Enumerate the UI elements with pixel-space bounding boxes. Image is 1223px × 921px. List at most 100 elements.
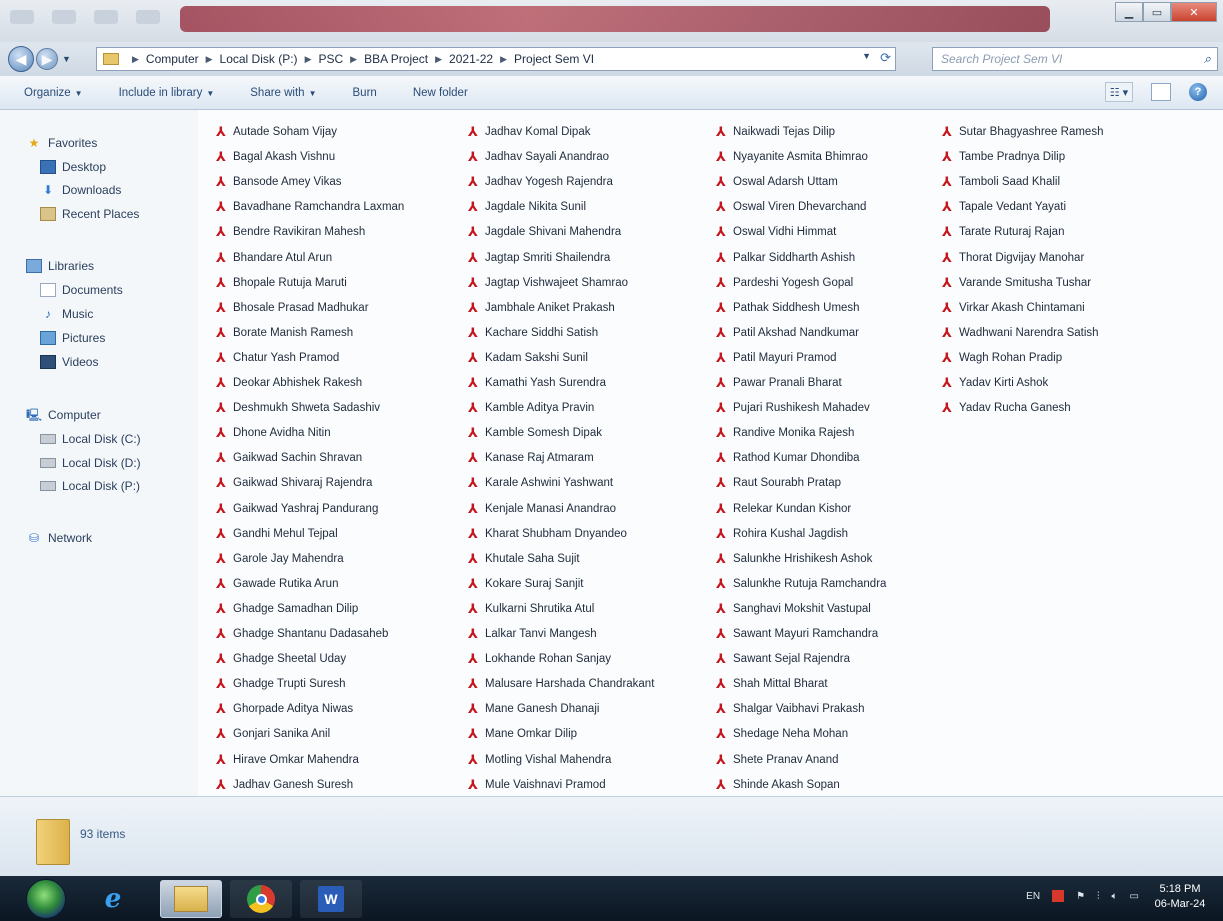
file-item[interactable]: ⅄ Kokare Suraj Sanjit — [468, 574, 583, 594]
file-item[interactable]: ⅄ Kadam Sakshi Sunil — [468, 348, 588, 368]
file-item[interactable]: ⅄ Salunkhe Hrishikesh Ashok — [716, 549, 872, 569]
file-item[interactable]: ⅄ Shete Pranav Anand — [716, 750, 839, 770]
file-item[interactable]: ⅄ Mane Omkar Dilip — [468, 724, 577, 744]
file-item[interactable]: ⅄ Garole Jay Mahendra — [216, 549, 344, 569]
file-item[interactable]: ⅄ Jagdale Nikita Sunil — [468, 197, 586, 217]
chevron-right-icon[interactable]: ▶ — [350, 54, 357, 65]
burn-button[interactable]: Burn — [353, 87, 377, 99]
file-item[interactable]: ⅄ Malusare Harshada Chandrakant — [468, 674, 654, 694]
network-tray-icon[interactable]: ⫶ — [1097, 891, 1100, 902]
file-item[interactable]: ⅄ Sawant Mayuri Ramchandra — [716, 624, 878, 644]
nav-local-disk-d[interactable]: Local Disk (D:) — [40, 454, 141, 472]
address-bar[interactable]: ▶ Computer ▶ Local Disk (P:) ▶ PSC ▶ BBA… — [96, 47, 896, 71]
file-item[interactable]: ⅄ Rohira Kushal Jagdish — [716, 524, 848, 544]
breadcrumb-local-disk-p[interactable]: Local Disk (P:) — [220, 52, 298, 66]
file-item[interactable]: ⅄ Kulkarni Shrutika Atul — [468, 599, 594, 619]
file-item[interactable]: ⅄ Lokhande Rohan Sanjay — [468, 649, 611, 669]
file-item[interactable]: ⅄ Nyayanite Asmita Bhimrao — [716, 147, 868, 167]
nav-libraries[interactable]: Libraries — [26, 257, 94, 275]
file-item[interactable]: ⅄ Ghadge Trupti Suresh — [216, 674, 346, 694]
file-item[interactable]: ⅄ Autade Soham Vijay — [216, 122, 337, 142]
file-item[interactable]: ⅄ Shedage Neha Mohan — [716, 724, 848, 744]
close-button[interactable]: ✕ — [1171, 2, 1217, 22]
file-item[interactable]: ⅄ Jagtap Vishwajeet Shamrao — [468, 273, 628, 293]
file-item[interactable]: ⅄ Gawade Rutika Arun — [216, 574, 338, 594]
file-item[interactable]: ⅄ Bavadhane Ramchandra Laxman — [216, 197, 404, 217]
nav-network[interactable]: ⛁ Network — [26, 529, 92, 547]
file-item[interactable]: ⅄ Bansode Amey Vikas — [216, 172, 341, 192]
file-item[interactable]: ⅄ Jadhav Komal Dipak — [468, 122, 590, 142]
taskbar-internet-explorer[interactable]: e — [86, 880, 140, 918]
file-item[interactable]: ⅄ Naikwadi Tejas Dilip — [716, 122, 835, 142]
maximize-button[interactable]: ▭ — [1143, 2, 1171, 22]
search-icon[interactable]: ⌕ — [1204, 51, 1211, 67]
taskbar-windows-explorer[interactable] — [160, 880, 222, 918]
file-item[interactable]: ⅄ Lalkar Tanvi Mangesh — [468, 624, 597, 644]
clock[interactable]: 5:18 PM 06-Mar-24 — [1145, 882, 1215, 912]
file-item[interactable]: ⅄ Oswal Vidhi Himmat — [716, 222, 836, 242]
file-item[interactable]: ⅄ Kanase Raj Atmaram — [468, 448, 594, 468]
nav-documents[interactable]: Documents — [40, 281, 123, 299]
file-item[interactable]: ⅄ Thorat Digvijay Manohar — [942, 248, 1084, 268]
address-dropdown-icon[interactable]: ▼ — [862, 51, 871, 61]
file-item[interactable]: ⅄ Jadhav Sayali Anandrao — [468, 147, 609, 167]
file-item[interactable]: ⅄ Kamble Aditya Pravin — [468, 398, 594, 418]
file-item[interactable]: ⅄ Raut Sourabh Pratap — [716, 473, 841, 493]
minimize-button[interactable]: ▁ — [1115, 2, 1143, 22]
file-item[interactable]: ⅄ Shah Mittal Bharat — [716, 674, 828, 694]
back-button[interactable]: ◀ — [8, 46, 34, 72]
file-item[interactable]: ⅄ Patil Mayuri Pramod — [716, 348, 837, 368]
file-item[interactable]: ⅄ Motling Vishal Mahendra — [468, 750, 611, 770]
file-item[interactable]: ⅄ Jadhav Yogesh Rajendra — [468, 172, 613, 192]
file-item[interactable]: ⅄ Gonjari Sanika Anil — [216, 724, 330, 744]
refresh-icon[interactable]: ⟳ — [880, 50, 891, 66]
forward-button[interactable]: ▶ — [36, 48, 58, 70]
file-item[interactable]: ⅄ Kachare Siddhi Satish — [468, 323, 598, 343]
file-item[interactable]: ⅄ Gaikwad Shivaraj Rajendra — [216, 473, 372, 493]
chevron-right-icon[interactable]: ▶ — [132, 54, 139, 65]
file-item[interactable]: ⅄ Mane Ganesh Dhanaji — [468, 699, 599, 719]
search-input[interactable]: Search Project Sem VI ⌕ — [932, 47, 1218, 71]
file-item[interactable]: ⅄ Virkar Akash Chintamani — [942, 298, 1085, 318]
file-item[interactable]: ⅄ Oswal Adarsh Uttam — [716, 172, 838, 192]
taskbar-chrome[interactable] — [230, 880, 292, 918]
file-item[interactable]: ⅄ Jambhale Aniket Prakash — [468, 298, 615, 318]
preview-pane-button[interactable] — [1151, 83, 1171, 101]
file-item[interactable]: ⅄ Pujari Rushikesh Mahadev — [716, 398, 870, 418]
language-indicator[interactable]: EN — [1026, 891, 1040, 902]
breadcrumb-project-sem-vi[interactable]: Project Sem VI — [514, 52, 594, 66]
breadcrumb-bba-project[interactable]: BBA Project — [364, 52, 428, 66]
file-item[interactable]: ⅄ Tapale Vedant Yayati — [942, 197, 1066, 217]
file-item[interactable]: ⅄ Borate Manish Ramesh — [216, 323, 353, 343]
organize-menu[interactable]: Organize ▼ — [24, 87, 83, 99]
file-item[interactable]: ⅄ Tambe Pradnya Dilip — [942, 147, 1065, 167]
file-item[interactable]: ⅄ Tarate Ruturaj Rajan — [942, 222, 1064, 242]
chevron-right-icon[interactable]: ▶ — [206, 54, 213, 65]
file-item[interactable]: ⅄ Bhopale Rutuja Maruti — [216, 273, 347, 293]
nav-downloads[interactable]: ⬇ Downloads — [40, 181, 121, 199]
start-button[interactable] — [26, 879, 66, 919]
file-item[interactable]: ⅄ Gaikwad Yashraj Pandurang — [216, 499, 378, 519]
recent-pages-dropdown[interactable]: ▼ — [62, 54, 71, 64]
breadcrumb-computer[interactable]: Computer — [146, 52, 199, 66]
share-with-menu[interactable]: Share with ▼ — [250, 87, 316, 99]
file-item[interactable]: ⅄ Tamboli Saad Khalil — [942, 172, 1060, 192]
breadcrumb-year[interactable]: 2021-22 — [449, 52, 493, 66]
change-view-button[interactable]: ☷ ▾ — [1105, 82, 1133, 102]
file-item[interactable]: ⅄ Sawant Sejal Rajendra — [716, 649, 850, 669]
file-item[interactable]: ⅄ Patil Akshad Nandkumar — [716, 323, 859, 343]
power-icon[interactable]: ▭ — [1130, 891, 1139, 902]
file-item[interactable]: ⅄ Hirave Omkar Mahendra — [216, 750, 359, 770]
file-item[interactable]: ⅄ Pathak Siddhesh Umesh — [716, 298, 860, 318]
volume-icon[interactable]: 🔈︎ — [1112, 891, 1118, 902]
file-item[interactable]: ⅄ Dhone Avidha Nitin — [216, 423, 331, 443]
file-item[interactable]: ⅄ Mule Vaishnavi Pramod — [468, 775, 606, 795]
nav-desktop[interactable]: Desktop — [40, 158, 106, 176]
file-item[interactable]: ⅄ Jagdale Shivani Mahendra — [468, 222, 621, 242]
file-item[interactable]: ⅄ Kamble Somesh Dipak — [468, 423, 602, 443]
file-item[interactable]: ⅄ Oswal Viren Dhevarchand — [716, 197, 866, 217]
file-item[interactable]: ⅄ Bendre Ravikiran Mahesh — [216, 222, 365, 242]
file-item[interactable]: ⅄ Varande Smitusha Tushar — [942, 273, 1091, 293]
file-item[interactable]: ⅄ Relekar Kundan Kishor — [716, 499, 851, 519]
taskbar-word[interactable]: W — [300, 880, 362, 918]
